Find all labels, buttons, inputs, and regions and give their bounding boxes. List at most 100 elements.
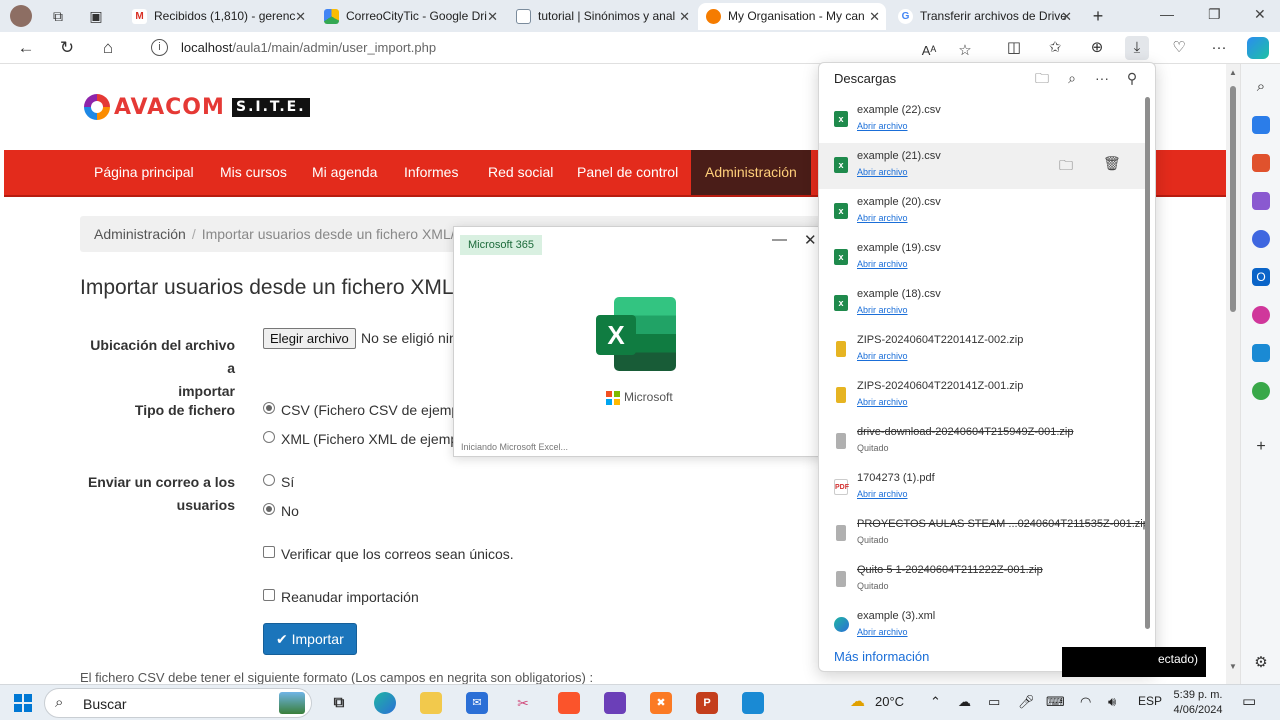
download-item[interactable]: Quito 5 1-20240604T211222Z-001.zip Quita…	[819, 557, 1145, 603]
download-item[interactable]: example (3).xml Abrir archivo	[819, 603, 1145, 649]
windows-start-icon[interactable]	[14, 694, 32, 712]
download-item[interactable]: x example (18).csv Abrir archivo	[819, 281, 1145, 327]
radio-email-yes[interactable]	[263, 474, 275, 486]
read-aloud-icon[interactable]: Aᴬ	[917, 39, 941, 63]
designer-icon[interactable]	[1252, 306, 1270, 324]
notifications-icon[interactable]: ▭	[1242, 692, 1256, 710]
checkbox-unique-emails[interactable]	[263, 546, 275, 558]
browser-essentials-icon[interactable]: ♡	[1167, 36, 1191, 60]
toolbox-icon[interactable]	[1252, 154, 1270, 172]
outlook-icon[interactable]: O	[1252, 268, 1270, 286]
downloads-scrollbar[interactable]	[1145, 97, 1150, 629]
open-file-link[interactable]: Abrir archivo	[857, 489, 908, 499]
open-file-link[interactable]: Abrir archivo	[857, 121, 908, 131]
radio-csv-label[interactable]: CSV (Fichero CSV de ejemplo	[281, 402, 470, 418]
close-tab-icon[interactable]: ✕	[295, 3, 306, 30]
nav-agenda[interactable]: Mi agenda	[298, 150, 391, 195]
radio-csv[interactable]	[263, 402, 275, 414]
brave-icon[interactable]	[558, 692, 580, 714]
reload-icon[interactable]: ↻	[55, 36, 79, 60]
tree-icon[interactable]	[1252, 382, 1270, 400]
radio-email-yes-label[interactable]: Sí	[281, 474, 294, 490]
back-icon[interactable]: ←	[14, 36, 38, 60]
nav-home[interactable]: Página principal	[80, 150, 208, 195]
nav-social[interactable]: Red social	[474, 150, 567, 195]
settings-gear-icon[interactable]: ⚙	[1252, 654, 1270, 672]
checkbox-resume-import[interactable]	[263, 589, 275, 601]
send-icon[interactable]	[1252, 344, 1270, 362]
open-file-link[interactable]: Abrir archivo	[857, 167, 908, 177]
nav-reports[interactable]: Informes	[390, 150, 472, 195]
tab-actions-icon[interactable]: ▣	[86, 6, 106, 26]
checkbox-resume-import-label[interactable]: Reanudar importación	[281, 589, 419, 605]
clipchamp-icon[interactable]	[604, 692, 626, 714]
close-window-icon[interactable]: ✕	[1254, 6, 1266, 23]
scroll-down-icon[interactable]: ▼	[1229, 662, 1237, 671]
snipping-tool-icon[interactable]: ✂	[512, 692, 534, 714]
url-field[interactable]: i localhost/aula1/main/admin/user_import…	[135, 35, 995, 61]
site-info-icon[interactable]: i	[151, 39, 168, 56]
pin-icon[interactable]: ⚲	[1123, 69, 1141, 87]
language-indicator[interactable]: ESP	[1138, 694, 1162, 708]
choose-file-button[interactable]: Elegir archivo	[263, 328, 356, 349]
volume-icon[interactable]: 🔊︎	[1108, 694, 1116, 710]
clock[interactable]: 5:39 p. m. 4/06/2024	[1172, 688, 1224, 718]
games-icon[interactable]	[1252, 192, 1270, 210]
download-item[interactable]: x example (22).csv Abrir archivo	[819, 97, 1145, 143]
add-icon[interactable]: +	[1252, 438, 1270, 456]
powerpoint-icon[interactable]: P	[696, 692, 718, 714]
minimize-icon[interactable]: —	[772, 231, 787, 248]
open-file-link[interactable]: Abrir archivo	[857, 305, 908, 315]
download-item[interactable]: drive-download-20240604T215949Z-001.zip …	[819, 419, 1145, 465]
collections-icon[interactable]: ⊕	[1085, 36, 1109, 60]
nav-dashboard[interactable]: Panel de control	[563, 150, 692, 195]
file-explorer-icon[interactable]	[420, 692, 442, 714]
search-icon[interactable]: ⌕	[1252, 78, 1270, 96]
open-file-link[interactable]: Abrir archivo	[857, 351, 908, 361]
open-file-link[interactable]: Abrir archivo	[857, 627, 908, 637]
close-tab-icon[interactable]: ✕	[487, 3, 498, 30]
tab-google-drive[interactable]: CorreoCityTic - Google Dri ✕	[316, 3, 504, 30]
open-file-link[interactable]: Abrir archivo	[857, 259, 908, 269]
open-file-link[interactable]: Abrir archivo	[857, 397, 908, 407]
split-screen-icon[interactable]: ◫	[1002, 36, 1026, 60]
download-item[interactable]: ZIPS-20240604T220141Z-002.zip Abrir arch…	[819, 327, 1145, 373]
delete-icon[interactable]: 🗑	[1103, 155, 1121, 172]
xampp-icon[interactable]: ✖	[650, 692, 672, 714]
download-item[interactable]: PROYECTOS AULAS STEAM ...0240604T211535Z…	[819, 511, 1149, 557]
new-tab-icon[interactable]: +	[1088, 6, 1108, 26]
more-options-icon[interactable]: ···	[1207, 36, 1231, 60]
close-tab-icon[interactable]: ✕	[1061, 3, 1072, 30]
checkbox-unique-emails-label[interactable]: Verificar que los correos sean únicos.	[281, 546, 514, 562]
close-tab-icon[interactable]: ✕	[869, 3, 880, 30]
radio-xml[interactable]	[263, 431, 275, 443]
microphone-icon[interactable]: 🎤︎	[1018, 694, 1035, 710]
favorites-icon[interactable]: ✩	[1043, 36, 1067, 60]
network-icon[interactable]: ▭	[988, 694, 1000, 710]
import-button[interactable]: ✔ Importar	[263, 623, 357, 655]
radio-email-no-label[interactable]: No	[281, 503, 299, 519]
download-item[interactable]: x example (19).csv Abrir archivo	[819, 235, 1145, 281]
onedrive-icon[interactable]: ☁	[958, 694, 971, 710]
show-hidden-icons[interactable]: ⌃	[930, 694, 941, 710]
downloads-icon[interactable]: ⤓	[1125, 36, 1149, 60]
tab-gmail[interactable]: M Recibidos (1,810) - gerenc ✕	[124, 3, 312, 30]
search-downloads-icon[interactable]: ⌕	[1063, 69, 1081, 87]
radio-xml-label[interactable]: XML (Fichero XML de ejempl	[281, 431, 461, 447]
office-icon[interactable]	[1252, 230, 1270, 248]
tab-tutorial[interactable]: tutorial | Sinónimos y anal ✕	[508, 3, 696, 30]
temperature-text[interactable]: 20°C	[875, 694, 904, 709]
breadcrumb-root[interactable]: Administración	[94, 226, 186, 242]
ime-icon[interactable]: ⌨	[1046, 694, 1065, 710]
nav-administration[interactable]: Administración	[691, 150, 811, 195]
scroll-thumb[interactable]	[1230, 86, 1236, 312]
taskbar-search[interactable]: ⌕ Buscar	[44, 688, 312, 718]
task-view-icon[interactable]: ⧉	[328, 692, 350, 714]
copilot-icon[interactable]	[1247, 37, 1269, 59]
home-icon[interactable]: ⌂	[96, 36, 120, 60]
open-folder-icon[interactable]: 🗀	[1033, 69, 1051, 87]
minimize-window-icon[interactable]: —	[1160, 6, 1174, 22]
show-in-folder-icon[interactable]: 🗀	[1059, 155, 1073, 179]
download-item[interactable]: ZIPS-20240604T220141Z-001.zip Abrir arch…	[819, 373, 1145, 419]
tab-transferir[interactable]: G Transferir archivos de Drive ✕	[890, 3, 1078, 30]
